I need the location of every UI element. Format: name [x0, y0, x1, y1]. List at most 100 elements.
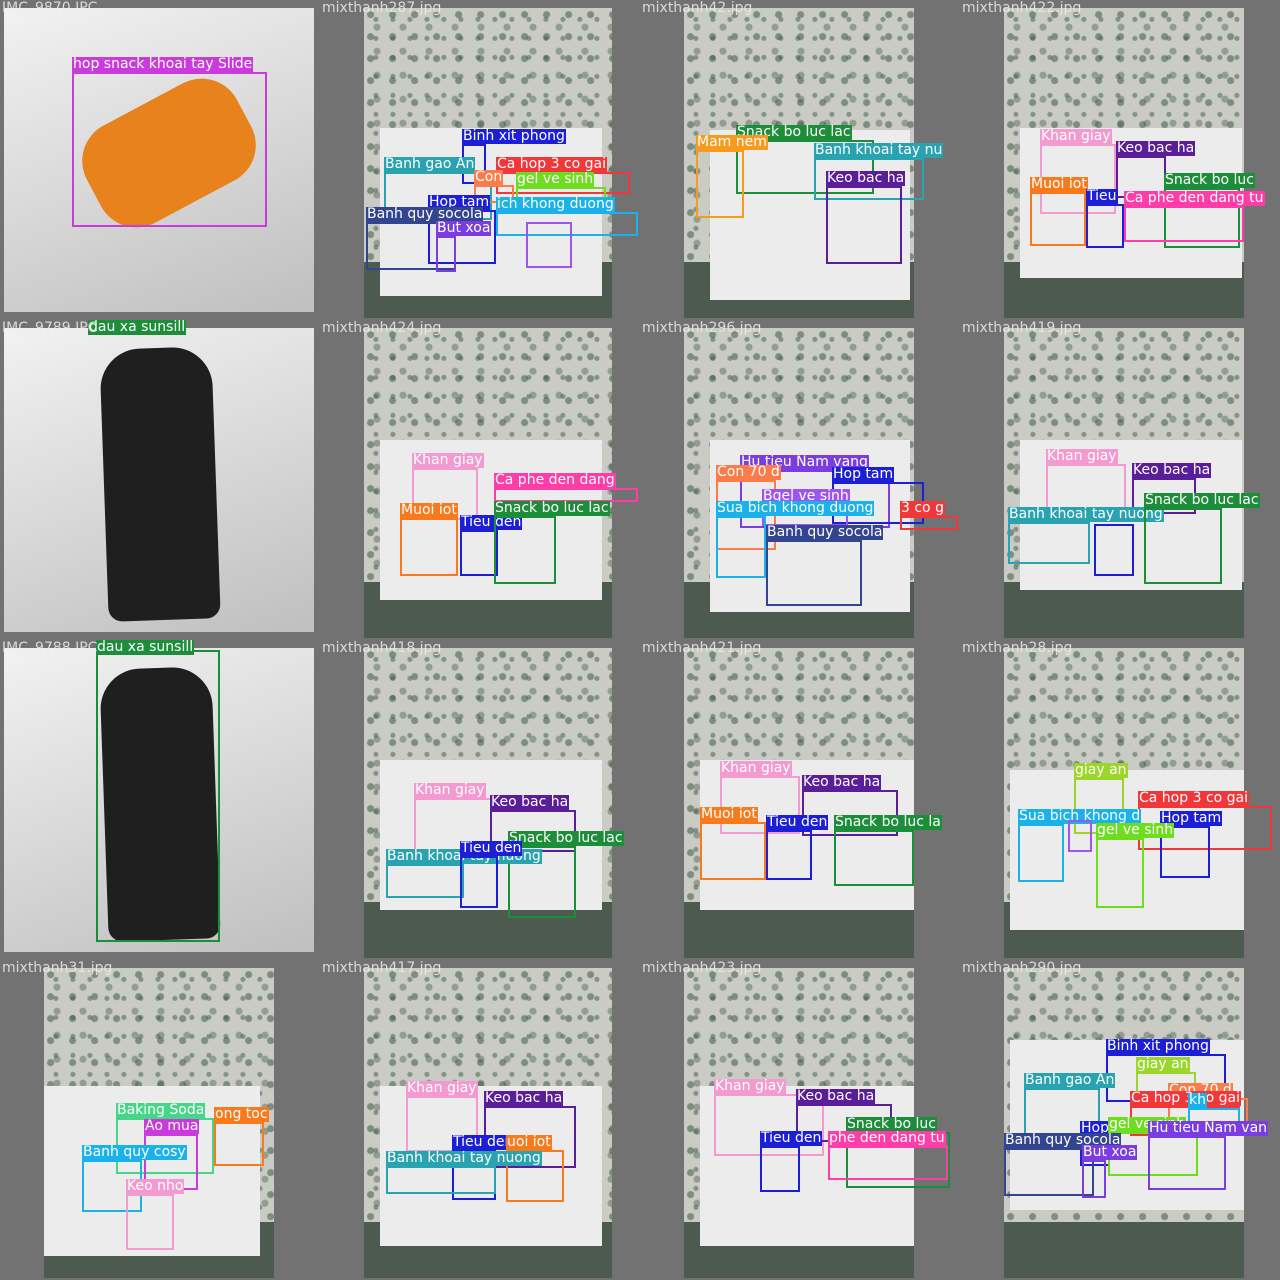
detection-box	[1094, 524, 1134, 576]
tile: hop snack khoai tay Slide IMC_9870.JPC	[0, 0, 318, 318]
image-filename: mixthanh287.jpg	[322, 0, 442, 16]
detection-label: Khan giay	[1040, 128, 1112, 144]
detection-label: Tieu	[1086, 188, 1118, 204]
detection-label: Ca hop 3 co gai	[496, 156, 608, 172]
detection-box	[214, 1122, 264, 1166]
detection-label: Tieu den	[452, 1134, 515, 1150]
detection-label: Muoi iot	[700, 806, 758, 822]
image-filename: mixthanh424.jpg	[322, 320, 442, 336]
detection-box	[900, 516, 958, 530]
detection-label: Khan giay	[412, 452, 484, 468]
detection-label: Ca phe den dang	[494, 472, 616, 488]
detection-label: Baking Soda	[116, 1102, 206, 1118]
detection-box	[834, 830, 914, 886]
detection-label: Keo bac ha	[1116, 140, 1196, 156]
detection-label: Muoi iot	[400, 502, 458, 518]
image-filename: mixthanh419.jpg	[962, 320, 1082, 336]
detection-box	[1148, 1136, 1226, 1190]
detection-box	[1068, 820, 1092, 852]
detection-box	[526, 222, 572, 268]
floor	[1004, 582, 1244, 638]
detection-box	[386, 1166, 496, 1194]
detection-label: Khan giay	[714, 1078, 786, 1094]
detection-box	[1124, 206, 1244, 242]
tile: Khan giay Keo bac ha Snack bo luc Muoi iot T…	[960, 0, 1278, 318]
tile: Snack bo luc lac Mam nem Banh khoai tay nu…	[640, 0, 958, 318]
detection-label: Hop tam	[832, 466, 895, 482]
tile: Khan giay Ca phe den dang Muoi iot Tieu den…	[320, 320, 638, 638]
detection-label: Snack bo luc la	[834, 814, 942, 830]
image-filename: mixthanh423.jpg	[642, 960, 762, 976]
image-filename: mixthanh422.jpg	[962, 0, 1082, 16]
detection-box	[436, 236, 456, 272]
detection-label: Tieu den	[460, 840, 523, 856]
tile: dau xa sunsill IMC_9789.JPC	[0, 320, 318, 638]
detection-label: Ca hop 3 co gai	[1130, 1090, 1242, 1106]
tile: Binh xit phong Banh gao An Ca hop 3 co gai…	[320, 0, 638, 318]
detection-box	[1086, 204, 1124, 248]
tile: Baking Soda ong toc Ao mua Banh quy cosy Keo…	[0, 960, 318, 1278]
detection-label: Tieu den	[760, 1130, 823, 1146]
image-filename: mixthanh417.jpg	[322, 960, 442, 976]
detection-label: ong toc	[214, 1106, 269, 1122]
detection-box	[1008, 522, 1090, 564]
detection-label: Banh quy cosy	[82, 1144, 187, 1160]
detection-label: Binh xit phong	[1106, 1038, 1210, 1054]
detection-label: Khan giay	[1046, 448, 1118, 464]
tile: Binh xit phong giay an Banh gao An Con 70 d…	[960, 960, 1278, 1278]
detection-box	[460, 856, 498, 908]
detection-box	[96, 650, 220, 942]
detection-label: giay an	[1074, 762, 1128, 778]
detection-box	[760, 1146, 800, 1192]
image-filename: mixthanh42.jpg	[642, 0, 753, 16]
detection-box	[716, 516, 766, 578]
detection-box	[766, 830, 812, 880]
detection-label: Ca phe den dang tu	[1124, 190, 1265, 206]
image-filename: mixthanh28.jpg	[962, 640, 1073, 656]
detection-box	[72, 72, 267, 227]
tile: Hu tieu Nam vang Con 70 d Hop tam Bgel ve s…	[640, 320, 958, 638]
detection-label: Sua bich khong duong	[716, 500, 875, 516]
tile: Khan giay Keo bac ha Snack bo luc Tieu den p…	[640, 960, 958, 1278]
floor	[1004, 1222, 1244, 1278]
detection-box	[1030, 192, 1086, 246]
detection-label: Hu tieu Nam van	[1148, 1120, 1269, 1136]
detection-box	[766, 540, 862, 606]
detection-label: phe den dang tu	[828, 1130, 946, 1146]
detection-box	[460, 530, 498, 576]
detection-label: Keo bac ha	[1132, 462, 1212, 478]
detection-label: Snack bo luc lac	[494, 500, 610, 516]
detection-box	[386, 864, 464, 898]
detection-box	[1096, 838, 1144, 908]
detection-label: Keo bac ha	[826, 170, 906, 186]
detection-label: gel ve sinh	[1096, 822, 1175, 838]
shampoo-bottle	[99, 346, 221, 622]
detection-label: Tieu den	[766, 814, 829, 830]
detection-box	[126, 1194, 174, 1250]
detection-box	[494, 516, 556, 584]
image-filename: IMC_9789.JPC	[2, 320, 98, 336]
detection-box	[826, 186, 902, 264]
detection-mosaic: hop snack khoai tay Slide IMC_9870.JPC Bin…	[0, 0, 1280, 1280]
detection-label: Keo bac ha	[796, 1088, 876, 1104]
detection-label: Keo bac ha	[490, 794, 570, 810]
detection-label: ich khong duong	[496, 196, 615, 212]
detection-label: dau xa sunsill	[88, 320, 187, 335]
detection-label: dau xa sunsill	[96, 640, 195, 655]
detection-box	[1144, 508, 1222, 584]
detection-label: But xoa	[1082, 1144, 1138, 1160]
image-filename: mixthanh418.jpg	[322, 640, 442, 656]
detection-label: Banh khoai tay nu	[814, 142, 944, 158]
image-filename: mixthanh296.jpg	[642, 320, 762, 336]
scene-photo	[4, 328, 314, 632]
image-filename: mixthanh421.jpg	[642, 640, 762, 656]
detection-box	[1018, 824, 1064, 882]
detection-box	[828, 1146, 948, 1180]
detection-label: Mam nem	[696, 134, 768, 150]
image-filename: mixthanh31.jpg	[2, 960, 113, 976]
tile: giay an Ca hop 3 co gai Sua bich khong d Ho…	[960, 640, 1278, 958]
detection-box	[696, 150, 744, 218]
detection-label: Snack bo luc	[1164, 172, 1255, 188]
detection-label: Con 70 d	[716, 464, 781, 480]
tile: Khan giay Keo bac ha Banh khoai tay nuong S…	[960, 320, 1278, 638]
